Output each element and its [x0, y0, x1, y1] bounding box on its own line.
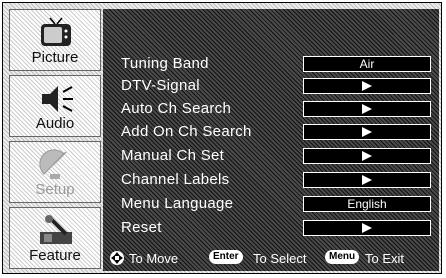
tv-menu-frame: Picture Audio Setup Feature Tuning Band … [2, 2, 442, 274]
sidebar-item-picture[interactable]: Picture [9, 9, 101, 71]
menu-panel: Tuning Band Air DTV-Signal Auto Ch Searc… [103, 9, 439, 271]
manual-ch-set-enter-button[interactable] [303, 148, 431, 164]
play-arrow-icon [362, 223, 372, 233]
menu-item-manual-ch-set[interactable]: Manual Ch Set [103, 145, 439, 169]
sidebar-item-label: Audio [35, 115, 75, 132]
channel-labels-enter-button[interactable] [303, 172, 431, 188]
sidebar-item-audio[interactable]: Audio [9, 75, 101, 137]
menu-item-label: Reset [121, 219, 162, 236]
tv-icon [36, 16, 76, 50]
sidebar-item-label: Picture [31, 49, 79, 66]
menu-key-badge: Menu [325, 250, 360, 264]
play-arrow-icon [362, 127, 372, 137]
reset-enter-button[interactable] [303, 220, 431, 236]
play-arrow-icon [362, 81, 372, 91]
tuning-band-value[interactable]: Air [303, 56, 431, 72]
sidebar-item-label: Setup [35, 181, 75, 198]
sidebar: Picture Audio Setup Feature [9, 9, 101, 271]
menu-language-value[interactable]: English [303, 196, 431, 212]
sidebar-item-feature[interactable]: Feature [9, 207, 101, 269]
menu-item-auto-ch-search[interactable]: Auto Ch Search [103, 98, 439, 122]
menu-item-dtv-signal[interactable]: DTV-Signal [103, 75, 439, 99]
play-arrow-icon [362, 151, 372, 161]
menu-item-label: Menu Language [121, 195, 234, 212]
satellite-dish-icon [36, 148, 76, 182]
tools-icon [36, 214, 76, 248]
add-on-ch-search-enter-button[interactable] [303, 124, 431, 140]
menu-item-add-on-ch-search[interactable]: Add On Ch Search [103, 121, 439, 145]
sidebar-item-setup[interactable]: Setup [9, 141, 101, 203]
speaker-icon [36, 82, 76, 116]
menu-item-label: Manual Ch Set [121, 147, 225, 164]
move-hint: To Move [129, 251, 179, 266]
auto-ch-search-enter-button[interactable] [303, 101, 431, 117]
play-arrow-icon [362, 104, 372, 114]
menu-item-label: DTV-Signal [121, 77, 200, 94]
menu-item-tuning-band[interactable]: Tuning Band Air [103, 53, 439, 77]
direction-pad-icon [110, 251, 124, 265]
menu-item-label: Add On Ch Search [121, 123, 252, 140]
menu-item-label: Tuning Band [121, 55, 209, 72]
exit-hint: To Exit [365, 251, 405, 266]
menu-item-menu-language[interactable]: Menu Language English [103, 193, 439, 217]
dtv-signal-enter-button[interactable] [303, 78, 431, 94]
menu-item-label: Channel Labels [121, 171, 230, 188]
play-arrow-icon [362, 175, 372, 185]
select-hint: To Select [253, 251, 307, 266]
menu-item-reset[interactable]: Reset [103, 217, 439, 241]
menu-item-channel-labels[interactable]: Channel Labels [103, 169, 439, 193]
sidebar-item-label: Feature [29, 247, 81, 264]
menu-item-label: Auto Ch Search [121, 100, 232, 117]
key-hint-bar: To Move Enter To Select Menu To Exit [103, 245, 439, 271]
enter-key-badge: Enter [209, 250, 243, 264]
